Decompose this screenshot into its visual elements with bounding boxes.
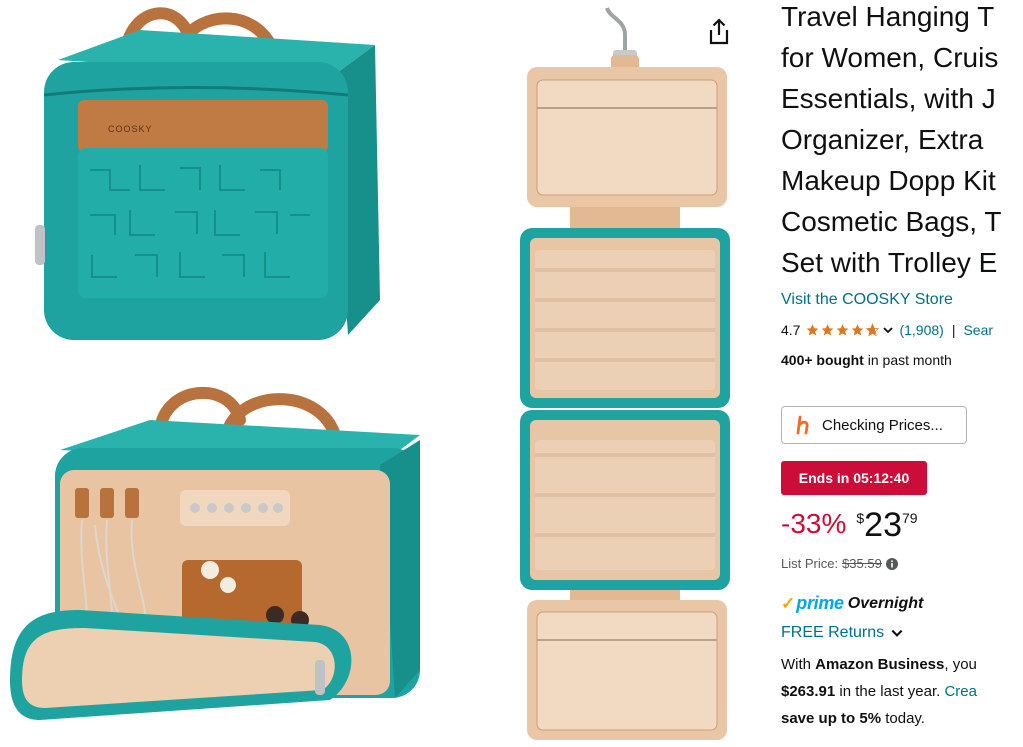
biz-text: in the last year. <box>835 683 945 700</box>
rating-stars[interactable] <box>805 323 880 337</box>
free-returns-link[interactable]: FREE Returns <box>781 624 904 642</box>
prime-badge: ✓ prime Overnight <box>781 593 923 614</box>
star-icon <box>822 324 834 336</box>
title-line: Essentials, with J <box>781 83 996 114</box>
biz-text: With <box>781 656 816 673</box>
bought-rest: in past month <box>863 352 952 368</box>
bought-in-past-month: 400+ bought in past month <box>781 352 952 368</box>
bag-hanging-image[interactable] <box>515 0 735 747</box>
separator: | <box>951 322 956 338</box>
prime-check-icon: ✓ <box>781 593 796 613</box>
search-link[interactable]: Sear <box>963 322 993 338</box>
title-line: Set with Trolley E <box>781 247 998 278</box>
title-line: Organizer, Extra <box>781 124 984 155</box>
checking-prices-button[interactable]: Checking Prices... <box>781 406 967 444</box>
price-currency: $ <box>856 510 865 526</box>
prime-logo: prime <box>796 593 844 613</box>
biz-bold: Amazon Business <box>815 656 945 673</box>
biz-text: today. <box>881 710 925 727</box>
price-row: -33% $ 23 79 <box>781 506 918 544</box>
price-fraction: 79 <box>902 510 918 526</box>
product-info-panel: Travel Hanging T for Women, Cruis Essent… <box>781 0 1023 747</box>
prime-overnight: Overnight <box>847 594 924 612</box>
free-returns-label: FREE Returns <box>781 624 885 641</box>
honey-h-icon <box>796 415 809 435</box>
deal-timer-badge: Ends in 05:12:40 <box>781 461 927 495</box>
star-icon <box>852 324 864 336</box>
list-price: List Price: $35.59 <box>781 556 898 571</box>
rating-row: 4.7 (1,908) | Sear <box>781 322 993 338</box>
rating-value: 4.7 <box>781 322 801 338</box>
title-line: Makeup Dopp Kit <box>781 165 996 196</box>
store-link[interactable]: Visit the COOSKY Store <box>781 291 953 309</box>
brand-tag: COOSKY <box>108 124 153 134</box>
list-price-value: $35.59 <box>842 556 882 571</box>
info-icon[interactable] <box>885 557 898 570</box>
share-icon[interactable] <box>707 18 731 46</box>
price-whole: 23 <box>864 506 902 544</box>
product-image-pane: COOSKY <box>0 0 770 747</box>
star-icon <box>807 324 819 336</box>
chevron-down-icon <box>891 629 903 637</box>
checking-prices-label: Checking Prices... <box>822 416 943 434</box>
list-price-label: List Price: <box>781 556 839 571</box>
ratings-count-link[interactable]: (1,908) <box>899 322 943 338</box>
star-half-icon <box>866 323 880 337</box>
biz-savings: save up to 5% <box>781 710 882 727</box>
bag-closed-image[interactable]: COOSKY <box>30 0 390 350</box>
star-icon <box>837 324 849 336</box>
biz-text: , you <box>944 656 977 673</box>
create-account-link[interactable]: Crea <box>944 683 977 700</box>
title-line: for Women, Cruis <box>781 42 999 73</box>
bought-count: 400+ bought <box>781 352 864 368</box>
bag-open-image[interactable] <box>0 380 420 747</box>
biz-amount: $263.91 <box>781 683 836 700</box>
product-title: Travel Hanging T for Women, Cruis Essent… <box>781 0 1023 283</box>
title-line: Travel Hanging T <box>781 1 995 32</box>
chevron-down-icon[interactable] <box>882 324 894 336</box>
amazon-business-promo: With Amazon Business, you $263.91 in the… <box>781 651 977 732</box>
discount-percent: -33% <box>781 508 847 539</box>
title-line: Cosmetic Bags, T <box>781 206 1002 237</box>
